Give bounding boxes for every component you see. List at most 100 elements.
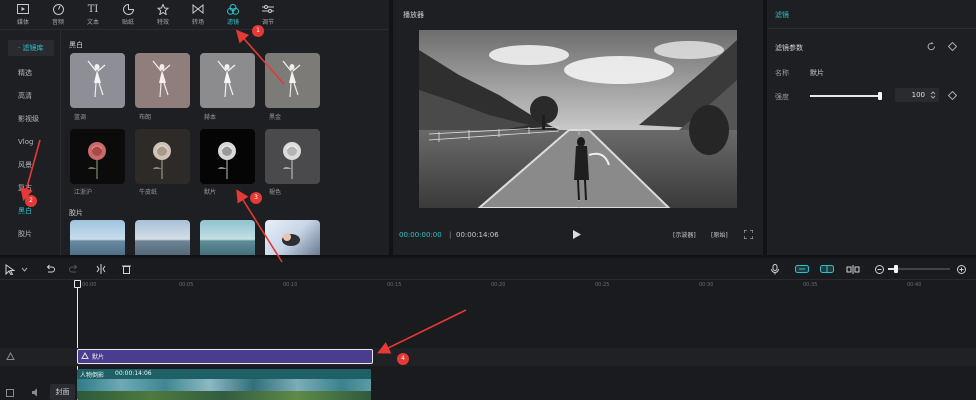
total-time: 00:00:14:06	[456, 231, 499, 239]
category-cinematic[interactable]: 影视级	[8, 111, 54, 127]
undo-icon[interactable]	[44, 263, 56, 275]
scope-button[interactable]: [示波器]	[673, 230, 696, 239]
current-time: 00:00:00:00	[399, 231, 442, 239]
filter-clip-label: 默片	[92, 354, 105, 361]
text-icon: TI	[87, 3, 99, 15]
strength-value: 100	[911, 91, 925, 99]
filter-thumb[interactable]	[200, 53, 255, 108]
category-retro[interactable]: 复古	[8, 180, 54, 196]
ruler-tick: 00:40	[907, 282, 922, 288]
time-separator: |	[449, 231, 452, 239]
filter-thumb[interactable]	[70, 53, 125, 108]
filter-grid: 黑白 蓝调 布朗 赫本 黑金 江浙沪 牛皮纸 默片 褪色 胶片	[60, 30, 389, 255]
filter-thumb[interactable]	[135, 220, 190, 255]
main-track-magnet-icon[interactable]	[795, 263, 809, 275]
video-clip-name: 人物倒影	[80, 372, 105, 379]
category-vlog[interactable]: Vlog	[8, 134, 54, 150]
timeline-toolbar	[0, 258, 976, 280]
category-hd[interactable]: 高清	[8, 88, 54, 104]
annotation-badge: 3	[250, 192, 262, 204]
tool-audio[interactable]: 音频	[43, 0, 73, 30]
ruler-tick: 00:35	[803, 282, 818, 288]
select-tool-icon[interactable]	[4, 263, 16, 275]
tool-label: 特效	[156, 18, 169, 26]
ruler-tick: 00:15	[387, 282, 402, 288]
category-featured[interactable]: 精选	[8, 65, 54, 81]
original-ratio-button[interactable]: [原始]	[711, 230, 728, 239]
tool-media[interactable]: 媒体	[8, 0, 38, 30]
strength-slider[interactable]	[810, 92, 882, 100]
category-filter-library[interactable]: · 滤镜库	[8, 40, 54, 56]
properties-panel: 滤镜 滤镜参数 名称 默片 强度 100	[767, 0, 976, 255]
auto-snap-icon[interactable]	[820, 263, 834, 275]
section-title: 胶片	[69, 209, 83, 217]
cover-button[interactable]: 封面	[50, 384, 75, 400]
sticker-icon	[122, 3, 134, 15]
playhead-handle[interactable]	[74, 280, 81, 288]
tool-label: 媒体	[16, 18, 29, 26]
ruler-tick: 00:25	[595, 282, 610, 288]
filter-thumb-selected[interactable]	[200, 129, 255, 184]
zoom-handle[interactable]	[894, 265, 898, 273]
tool-filter[interactable]: 滤镜	[218, 0, 248, 30]
tool-sticker[interactable]: 贴纸	[113, 0, 143, 30]
zoom-out-icon[interactable]	[873, 263, 885, 275]
play-icon[interactable]	[573, 230, 581, 241]
filter-params-title: 滤镜参数	[775, 44, 803, 52]
tool-label: 滤镜	[226, 18, 239, 26]
tool-label: 调节	[261, 18, 274, 26]
filter-thumb[interactable]	[265, 53, 320, 108]
filter-label: 牛皮纸	[139, 189, 158, 196]
category-landscape[interactable]: 风景	[8, 157, 54, 173]
chevron-down-icon[interactable]	[18, 263, 30, 275]
mute-icon[interactable]	[31, 388, 40, 399]
filter-thumb[interactable]	[135, 53, 190, 108]
timeline-panel: 00:00 00:05 00:10 00:15 00:20 00:25 00:3…	[0, 258, 976, 400]
track-lock-icon[interactable]	[6, 389, 14, 399]
ruler-tick: 00:30	[699, 282, 714, 288]
ruler-tick: 00:05	[179, 282, 194, 288]
audio-icon	[52, 3, 64, 15]
filter-thumb[interactable]	[70, 220, 125, 255]
filter-categories: · 滤镜库 精选 高清 影视级 Vlog 风景 复古 黑白 胶片	[0, 30, 60, 255]
strength-input[interactable]: 100	[895, 88, 939, 102]
microphone-icon[interactable]	[769, 263, 781, 275]
redo-icon[interactable]	[68, 263, 80, 275]
tool-label: 音频	[51, 18, 64, 26]
reset-icon[interactable]	[927, 42, 936, 53]
filter-thumb[interactable]	[70, 129, 125, 184]
filter-label: 默片	[204, 189, 217, 196]
zoom-slider[interactable]	[888, 265, 950, 273]
filter-thumb[interactable]	[135, 129, 190, 184]
fullscreen-icon[interactable]	[743, 229, 754, 241]
tool-label: 贴纸	[121, 18, 134, 26]
time-ruler[interactable]: 00:00 00:05 00:10 00:15 00:20 00:25 00:3…	[0, 280, 976, 292]
video-clip[interactable]: 人物倒影 00:00:14:06	[77, 369, 371, 400]
filter-thumb[interactable]	[265, 220, 320, 255]
properties-tab[interactable]: 滤镜	[775, 10, 789, 20]
split-icon[interactable]	[95, 263, 107, 275]
stepper-icon[interactable]	[930, 90, 936, 102]
video-clip-duration: 00:00:14:06	[115, 370, 152, 377]
tool-transition[interactable]: 转场	[183, 0, 213, 30]
slider-handle[interactable]	[878, 92, 882, 100]
filter-thumb[interactable]	[200, 220, 255, 255]
filter-thumb[interactable]	[265, 129, 320, 184]
name-value: 默片	[810, 69, 824, 77]
filter-track-icon	[6, 351, 15, 363]
keyframe-icon[interactable]	[947, 41, 958, 53]
tool-text[interactable]: TI 文本	[78, 0, 108, 30]
keyframe-icon[interactable]	[947, 90, 958, 102]
delete-icon[interactable]	[120, 263, 132, 275]
ruler-tick: 00:00	[82, 282, 97, 288]
zoom-in-icon[interactable]	[955, 263, 967, 275]
category-film[interactable]: 胶片	[8, 226, 54, 242]
media-panel: 媒体 音频 TI 文本 贴纸 特效 转场 滤镜 调节 · 滤镜库 精选 高清 影…	[0, 0, 389, 255]
preview-axis-icon[interactable]	[846, 263, 860, 275]
filter-icon	[227, 3, 239, 15]
filter-clip[interactable]: 默片	[77, 349, 373, 364]
tool-effects[interactable]: 特效	[148, 0, 178, 30]
effects-icon	[157, 3, 169, 15]
video-preview[interactable]	[419, 30, 737, 208]
ruler-tick: 00:20	[491, 282, 506, 288]
